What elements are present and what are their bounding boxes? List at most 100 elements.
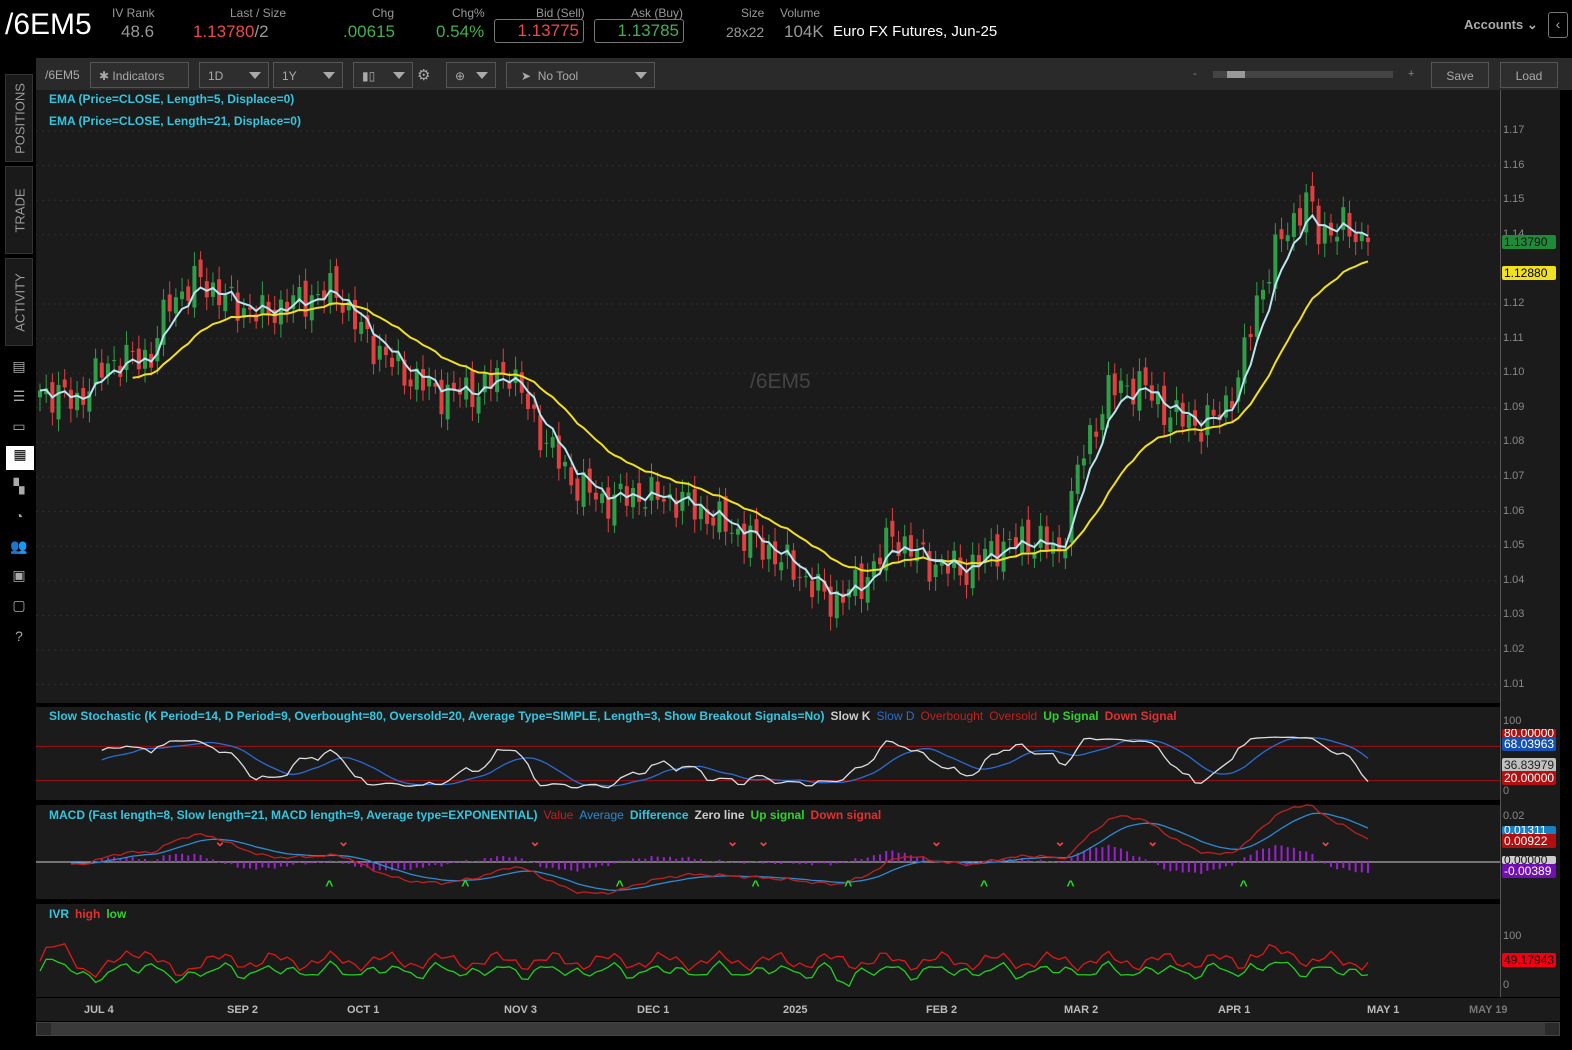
candle-body — [1223, 395, 1228, 418]
candle-body — [81, 388, 86, 405]
candle-body — [544, 442, 549, 444]
candle-body — [618, 483, 623, 490]
candle-body — [328, 273, 333, 306]
date-label: 2025 — [783, 1004, 808, 1016]
price-tick: 1.06 — [1503, 504, 1525, 517]
legend-slow-k: Slow K — [830, 709, 871, 723]
candle-body — [766, 544, 771, 560]
up-signal-icon: ^ — [752, 877, 760, 893]
candle-body — [359, 321, 364, 334]
candle-body — [803, 576, 808, 578]
candle-body — [1038, 525, 1043, 548]
date-label: JUL 4 — [84, 1004, 114, 1016]
candle-body — [1260, 289, 1265, 300]
chart-canvas: ⌄ ^ ⌄ ^ ⌄ ^ ⌄ ^ ⌄ ^ ⌄ ^ ⌄ ^ ⌄ ^ ⌄ — [36, 130, 1500, 988]
date-label: DEC 1 — [637, 1004, 670, 1016]
candle-body — [1199, 432, 1204, 442]
candle-body — [797, 576, 802, 578]
ivr-low-line — [39, 958, 1369, 988]
legend-high: high — [75, 907, 101, 921]
candle-body — [229, 286, 234, 289]
ema21-label: 1.12880 — [1502, 266, 1556, 280]
candle-body — [1143, 367, 1148, 386]
date-label: FEB 2 — [926, 1004, 958, 1016]
macd-tick: 0.02 — [1503, 810, 1525, 822]
candle-body — [735, 528, 740, 535]
candle-body — [1347, 213, 1352, 237]
up-signal-icon: ^ — [461, 877, 469, 893]
date-label: APR 1 — [1218, 1004, 1251, 1016]
macd-value-label: 0.00922 — [1502, 834, 1556, 848]
candle-body — [223, 295, 228, 312]
candle-body — [1248, 334, 1253, 338]
price-tick: 1.02 — [1503, 643, 1525, 655]
candle-body — [890, 520, 895, 537]
candle-body — [1125, 385, 1130, 387]
candle-body — [371, 335, 376, 365]
candle-body — [921, 542, 926, 545]
date-label: OCT 1 — [347, 1004, 380, 1016]
candle-body — [661, 498, 666, 502]
candle-body — [630, 487, 635, 508]
candle-body — [173, 297, 178, 314]
price-tick: 1.08 — [1503, 435, 1525, 448]
candle-body — [1001, 541, 1006, 572]
down-signal-icon: ⌄ — [214, 833, 226, 849]
candle-body — [38, 390, 42, 398]
legend-oversold: Oversold — [989, 709, 1038, 723]
slow-d-line — [101, 736, 1369, 787]
candle-body — [1322, 225, 1327, 244]
candle-body — [896, 542, 901, 556]
up-signal-icon: ^ — [1239, 877, 1247, 893]
slow-k-label: 36.83979 — [1502, 758, 1556, 772]
macd-diff-label: -0.00389 — [1502, 864, 1556, 878]
candle-body — [878, 557, 883, 565]
stoch-title: Slow Stochastic (K Period=14, D Period=9… — [49, 709, 825, 723]
candle-body — [315, 294, 320, 296]
candle-body — [791, 550, 796, 580]
candle-body — [1291, 213, 1296, 238]
price-tick: 1.05 — [1503, 539, 1525, 552]
candle-body — [865, 577, 870, 603]
candle-body — [834, 591, 839, 619]
legend-down-signal: Down signal — [810, 808, 882, 822]
candle-body — [612, 494, 617, 526]
macd-legend: MACD (Fast length=8, Slow length=21, MAC… — [49, 808, 887, 822]
price-tick: 1.15 — [1503, 193, 1525, 206]
candle-body — [278, 299, 283, 325]
candle-body — [439, 379, 444, 415]
candle-body — [130, 350, 135, 352]
legend-low: low — [106, 907, 127, 921]
price-tick: 1.17 — [1503, 124, 1525, 136]
candle-body — [1075, 464, 1080, 494]
candle-body — [383, 346, 388, 356]
candle-body — [717, 501, 722, 533]
ivr-label: 49.17943 — [1502, 953, 1556, 967]
candle-body — [93, 358, 98, 385]
candle-body — [1267, 281, 1272, 284]
candle-body — [569, 467, 574, 486]
candle-body — [62, 379, 67, 388]
up-signal-icon: ^ — [980, 877, 988, 893]
legend-up-signal: Up Signal — [1043, 709, 1099, 723]
legend-average: Average — [579, 808, 624, 822]
date-label: SEP 2 — [227, 1004, 258, 1016]
legend-difference: Difference — [629, 808, 689, 822]
price-tick: 1.10 — [1503, 366, 1525, 379]
candle-body — [476, 396, 481, 414]
candle-body — [606, 487, 611, 519]
candle-body — [643, 507, 648, 509]
down-signal-icon: ⌄ — [727, 833, 739, 849]
price-tick: 1.09 — [1503, 400, 1525, 413]
candle-body — [1310, 185, 1315, 202]
up-signal-icon: ^ — [325, 877, 333, 893]
up-signal-icon: ^ — [616, 877, 624, 893]
candle-body — [1044, 526, 1049, 551]
zero-line-label: 0.00000 — [1502, 856, 1556, 864]
up-signal-icon: ^ — [1067, 877, 1075, 893]
price-tick: 1.04 — [1503, 573, 1525, 586]
price-tick: 1.11 — [1503, 331, 1524, 344]
candle-body — [1180, 402, 1185, 427]
candle-body — [408, 379, 413, 387]
down-signal-icon: ⌄ — [338, 833, 350, 849]
